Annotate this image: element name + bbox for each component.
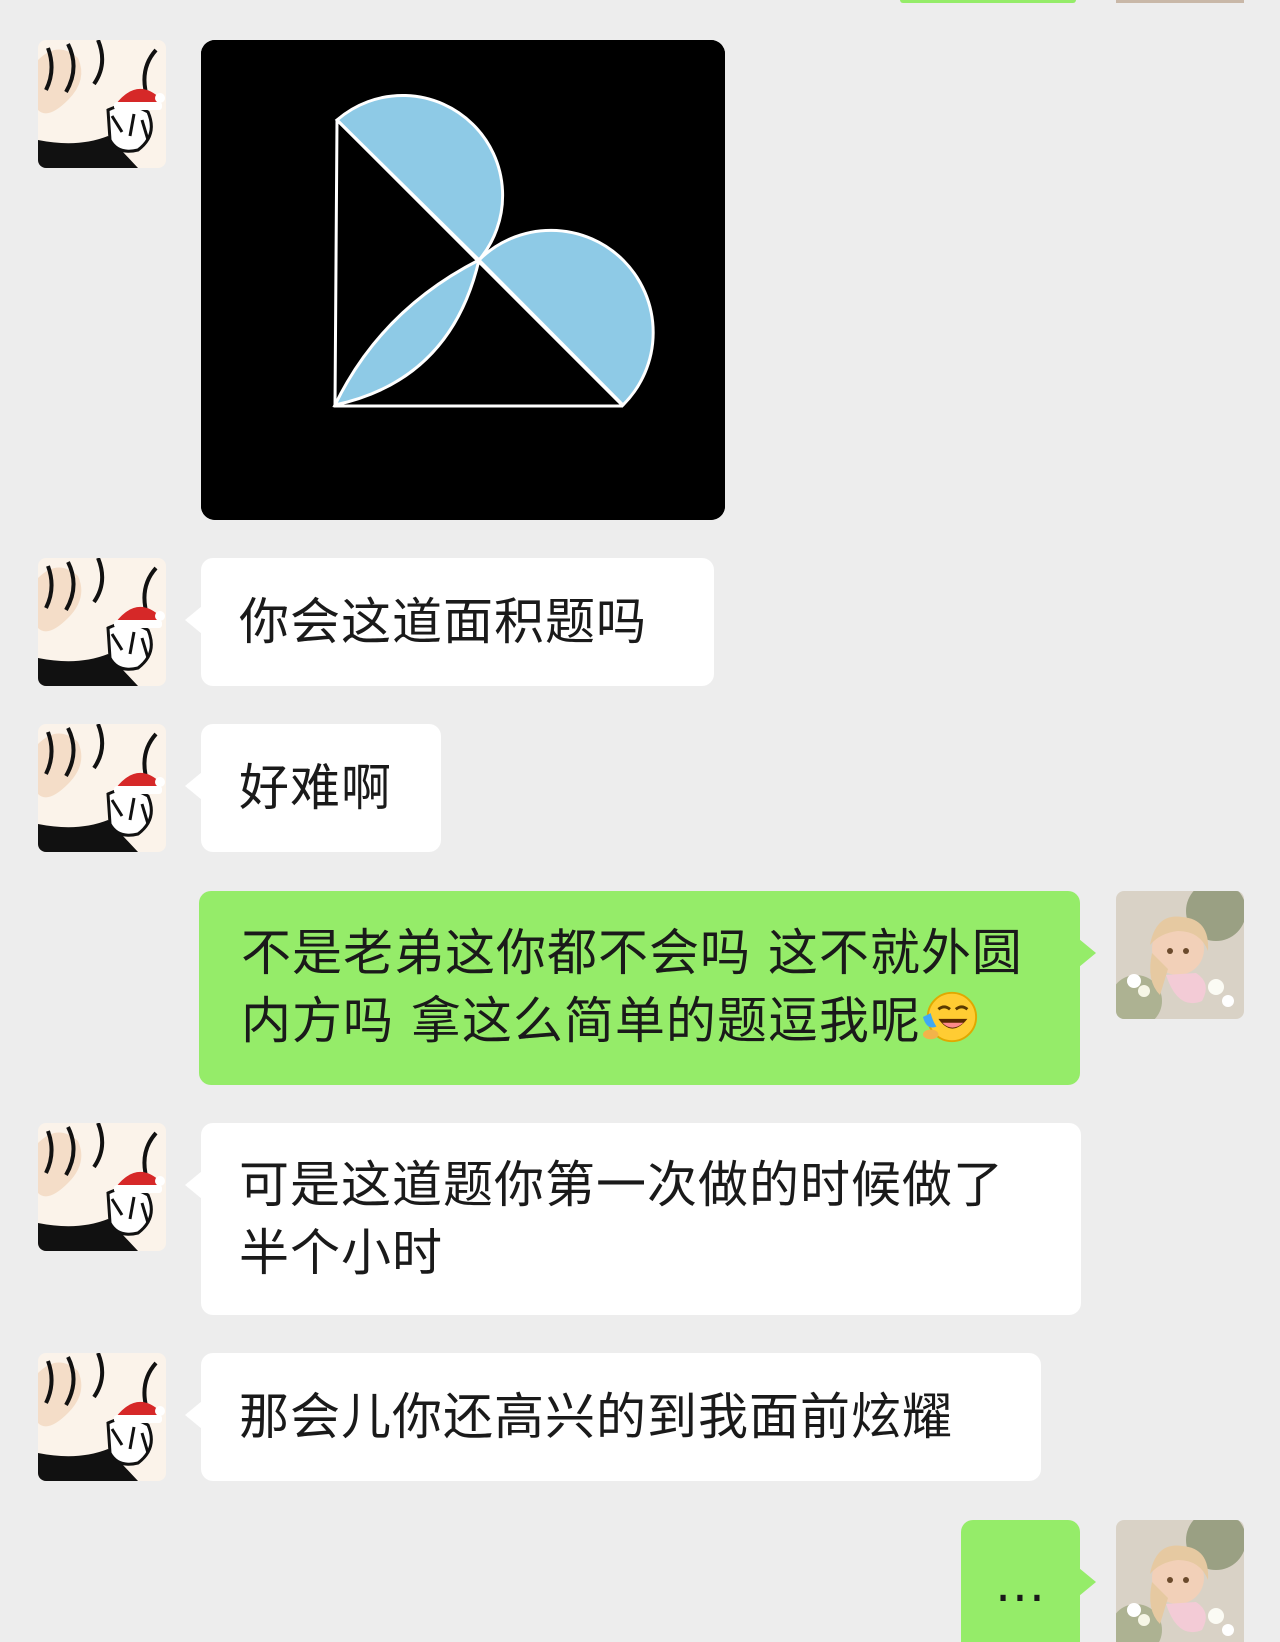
friend-avatar[interactable] [38, 558, 166, 686]
message-text-line: 内方吗 拿这么简单的题逗我呢 [241, 987, 1038, 1055]
my-avatar[interactable] [1116, 891, 1244, 1019]
message-text-line: 半个小时 [239, 1224, 443, 1282]
message-bubble[interactable]: 你会这道面积题吗 [185, 558, 714, 686]
anime-boy-santa-hat-icon [38, 1123, 166, 1251]
message-text-line: 不是老弟这你都不会吗 这不就外圆 [241, 924, 1023, 982]
message-text: ... [995, 1555, 1046, 1613]
message-text-line-content: 内方吗 拿这么简单的题逗我呢 [241, 992, 921, 1050]
friend-avatar[interactable] [38, 724, 166, 852]
my-avatar[interactable] [1116, 1520, 1244, 1642]
friend-avatar[interactable] [38, 1123, 166, 1251]
friend-avatar[interactable] [38, 1353, 166, 1481]
message-bubble[interactable]: 可是这道题你第一次做的时候做了 半个小时 [185, 1123, 1081, 1315]
chat-window: 你会这道面积题吗 好难啊 不是老弟这你都不会吗 这不就外圆 内方吗 拿这么简单的… [0, 0, 1280, 1642]
message-text-line: 可是这道题你第一次做的时候做了 [239, 1156, 1004, 1214]
anime-boy-santa-hat-icon [38, 1353, 166, 1481]
message-bubble-outgoing[interactable]: ... [961, 1520, 1096, 1642]
math-figure-image[interactable] [201, 40, 725, 520]
previous-avatar-edge [1116, 0, 1244, 3]
anime-girl-flowers-icon [1116, 1520, 1244, 1642]
previous-outgoing-bubble-edge [900, 0, 1076, 3]
face-with-tears-of-joy-icon [922, 991, 977, 1043]
anime-boy-santa-hat-icon [38, 40, 166, 168]
message-text: 你会这道面积题吗 [239, 593, 647, 651]
triangle-semicircle-figure [201, 40, 725, 520]
message-bubble[interactable]: 好难啊 [185, 724, 441, 852]
anime-boy-santa-hat-icon [38, 558, 166, 686]
friend-avatar[interactable] [38, 40, 166, 168]
message-text: 那会儿你还高兴的到我面前炫耀 [239, 1388, 953, 1446]
message-text: 好难啊 [239, 759, 392, 817]
message-bubble[interactable]: 那会儿你还高兴的到我面前炫耀 [185, 1353, 1041, 1481]
anime-girl-flowers-icon [1116, 891, 1244, 1019]
anime-boy-santa-hat-icon [38, 724, 166, 852]
message-bubble-outgoing[interactable]: 不是老弟这你都不会吗 这不就外圆 内方吗 拿这么简单的题逗我呢 [199, 891, 1096, 1085]
